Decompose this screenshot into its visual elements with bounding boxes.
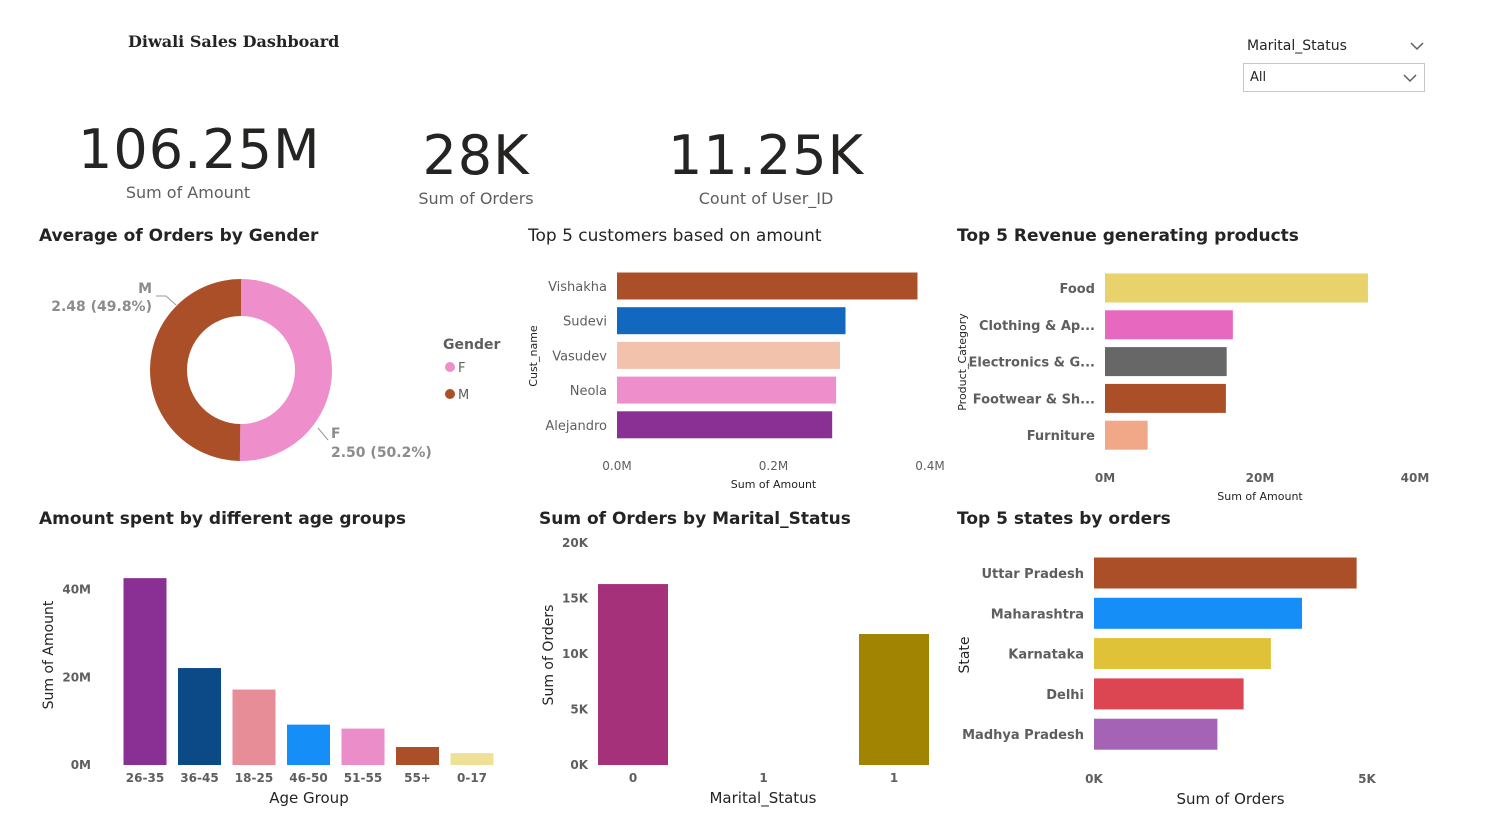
bar-36-45[interactable] — [178, 668, 221, 765]
bar-footwear-sh-[interactable] — [1105, 383, 1226, 413]
y-tick-label: Vishakha — [548, 280, 607, 295]
bar-51-55[interactable] — [341, 728, 385, 765]
charts-layer: F2.50 (50.2%)M2.48 (49.8%)GenderFMVishak… — [41, 272, 1430, 808]
legend-title: Gender — [443, 337, 500, 353]
legend-marker[interactable] — [445, 389, 455, 399]
x-tick-label: 0K — [1085, 772, 1103, 786]
x-tick-label: 0-17 — [457, 771, 487, 785]
y-tick-label: 5K — [570, 703, 588, 717]
bar-0-17[interactable] — [450, 753, 494, 765]
y-tick-label: Neola — [570, 384, 607, 399]
x-tick-label: 0 — [629, 771, 637, 785]
y-tick-label: 20M — [62, 670, 91, 684]
y-tick-label: Sudevi — [563, 315, 607, 330]
leader-line — [156, 295, 177, 306]
y-tick-label: Madhya Pradesh — [962, 728, 1084, 743]
bar-electronics-g-[interactable] — [1105, 347, 1227, 377]
x-tick-label: 0.0M — [602, 459, 631, 473]
donut-slice-f[interactable] — [239, 279, 333, 462]
y-tick-label: Karnataka — [1008, 648, 1084, 663]
x-tick-label: 1 — [759, 771, 767, 785]
bar-26-35[interactable] — [123, 578, 167, 765]
bar-furniture[interactable] — [1105, 420, 1148, 450]
y-tick-label: 40M — [62, 583, 91, 597]
y-tick-label: Maharashtra — [991, 607, 1084, 622]
bar-55-[interactable] — [396, 747, 439, 765]
donut-slice-m[interactable] — [150, 279, 241, 461]
y-tick-label: Electronics & G... — [969, 356, 1095, 371]
y-tick-label: Clothing & Ap... — [979, 319, 1095, 334]
data-label-name: F — [331, 426, 341, 442]
x-axis-label: Age Group — [269, 789, 348, 807]
x-tick-label: 18-25 — [235, 771, 273, 785]
y-tick-label: Uttar Pradesh — [981, 567, 1084, 582]
y-axis-label: Sum of Orders — [541, 605, 557, 706]
bar-neola[interactable] — [617, 376, 837, 404]
y-tick-label: 20K — [562, 536, 589, 550]
bar-delhi[interactable] — [1094, 678, 1244, 710]
y-tick-label: Food — [1059, 282, 1095, 297]
x-tick-label: 40M — [1401, 471, 1430, 485]
bar-maharashtra[interactable] — [1094, 597, 1303, 629]
x-axis-label: Sum of Amount — [1217, 490, 1303, 503]
x-tick-label: 55+ — [404, 771, 431, 785]
bar-alejandro[interactable] — [617, 411, 833, 439]
y-tick-label: Footwear & Sh... — [973, 392, 1095, 407]
x-tick-label: 1 — [890, 771, 898, 785]
y-tick-label: Delhi — [1046, 688, 1084, 703]
y-axis-label: Sum of Amount — [41, 600, 57, 709]
y-tick-label: 10K — [562, 647, 589, 661]
bar-clothing-ap-[interactable] — [1105, 310, 1233, 340]
leader-line — [317, 427, 329, 441]
y-axis-label: Product_Category — [956, 313, 969, 411]
bar-18-25[interactable] — [232, 689, 276, 765]
bar-0[interactable] — [598, 584, 668, 765]
bar-karnataka[interactable] — [1094, 638, 1271, 670]
x-tick-label: 36-45 — [180, 771, 218, 785]
y-tick-label: 0M — [71, 758, 91, 772]
y-tick-label: 0K — [570, 758, 588, 772]
x-axis-label: Sum of Amount — [731, 478, 817, 491]
bar-madhya-pradesh[interactable] — [1094, 718, 1218, 750]
y-tick-label: Alejandro — [545, 419, 607, 434]
data-label-value: 2.48 (49.8%) — [51, 299, 152, 315]
bar-vasudev[interactable] — [617, 341, 841, 369]
legend-label[interactable]: F — [458, 361, 465, 376]
y-tick-label: Vasudev — [552, 349, 607, 364]
bar-food[interactable] — [1105, 273, 1368, 303]
x-tick-label: 0.4M — [915, 459, 944, 473]
x-tick-label: 20M — [1246, 471, 1275, 485]
data-label-value: 2.50 (50.2%) — [331, 445, 432, 461]
legend-marker[interactable] — [445, 362, 455, 372]
x-tick-label: 5K — [1358, 772, 1376, 786]
bar-uttar-pradesh[interactable] — [1094, 557, 1357, 589]
y-tick-label: Furniture — [1027, 429, 1095, 444]
x-axis-label: Marital_Status — [709, 789, 816, 808]
bar-1[interactable] — [859, 634, 929, 765]
bar-46-50[interactable] — [287, 724, 330, 765]
bar-vishakha[interactable] — [617, 272, 918, 300]
y-axis-label: State — [957, 636, 973, 673]
x-tick-label: 0.2M — [759, 459, 788, 473]
data-label-name: M — [138, 281, 152, 297]
x-tick-label: 51-55 — [344, 771, 382, 785]
y-axis-label: Cust_name — [527, 325, 540, 387]
x-tick-label: 46-50 — [289, 771, 327, 785]
legend-label[interactable]: M — [458, 388, 469, 403]
bar-sudevi[interactable] — [617, 307, 846, 335]
x-tick-label: 26-35 — [126, 771, 164, 785]
x-tick-label: 0M — [1095, 471, 1115, 485]
y-tick-label: 15K — [562, 592, 589, 606]
x-axis-label: Sum of Orders — [1176, 790, 1284, 808]
